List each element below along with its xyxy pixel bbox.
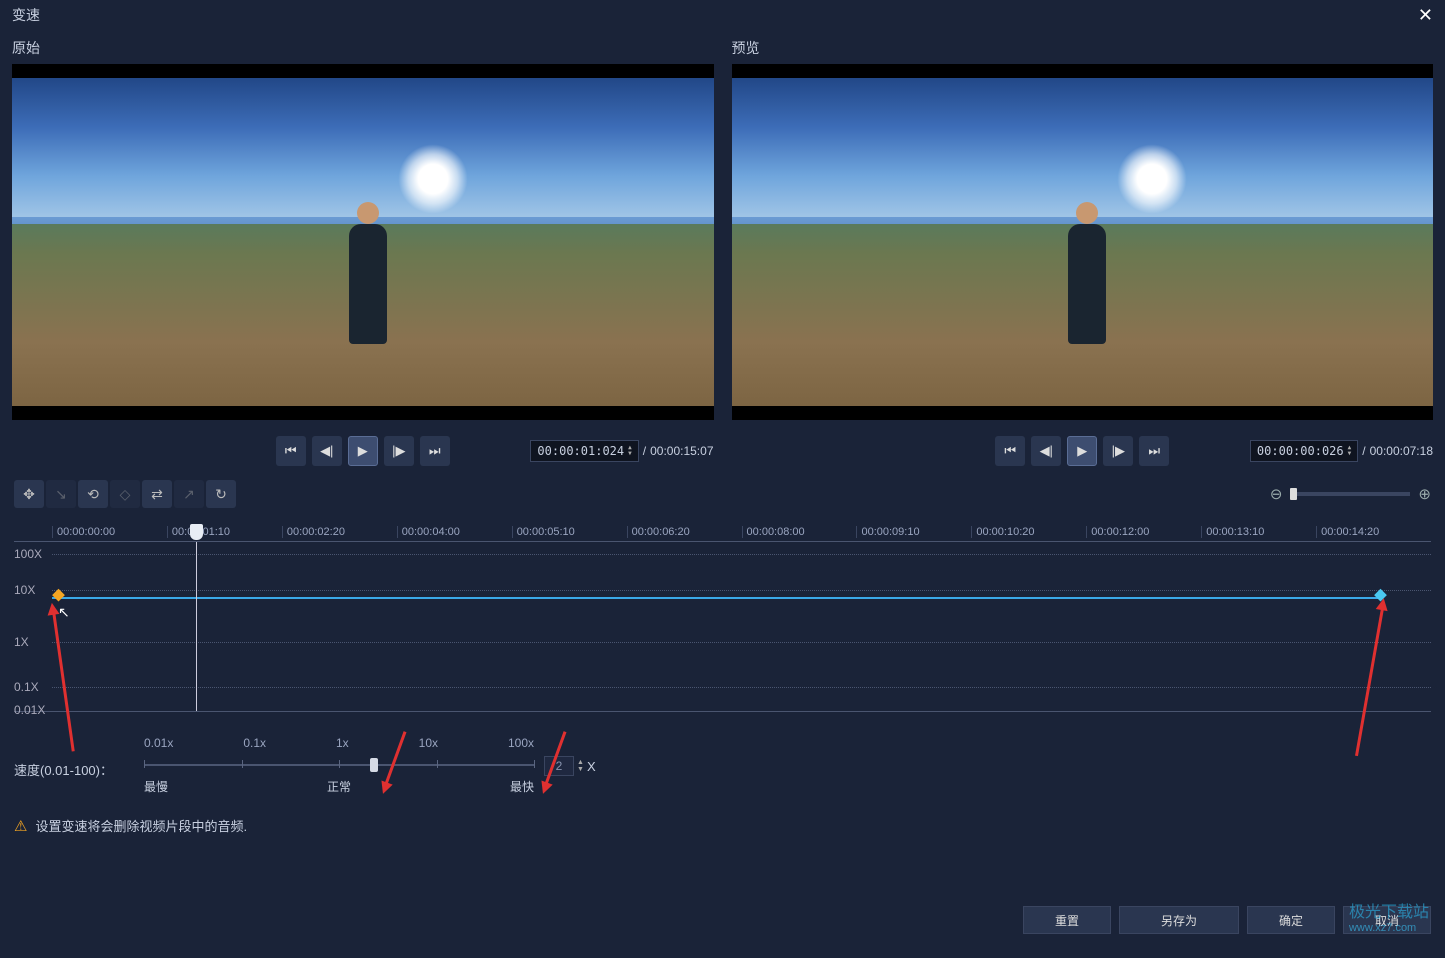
prev-clip-icon[interactable]: ⏮ <box>995 436 1025 466</box>
preview-label: 预览 <box>732 38 1434 58</box>
zoom-in-icon[interactable]: ⊕ <box>1418 485 1431 503</box>
ruler-tick: 00:00:00:00 <box>52 526 167 538</box>
slash: / <box>643 444 646 458</box>
step-back-icon[interactable]: ◀| <box>1031 436 1061 466</box>
ruler-tick: 00:00:04:00 <box>397 526 512 538</box>
ruler-tick: 00:00:12:00 <box>1086 526 1201 538</box>
slider-tick: 0.01x <box>144 736 173 750</box>
cancel-button[interactable]: 取消 <box>1343 906 1431 934</box>
original-label: 原始 <box>12 38 714 58</box>
slider-tick: 10x <box>419 736 438 750</box>
ok-button[interactable]: 确定 <box>1247 906 1335 934</box>
play-button[interactable]: ▶ <box>348 436 378 466</box>
dialog-title: 变速 <box>12 5 40 25</box>
preview-duration: 00:00:07:18 <box>1370 444 1433 458</box>
close-icon[interactable]: ✕ <box>1418 5 1433 26</box>
reverse-icon[interactable]: ⇄ <box>142 480 172 508</box>
step-fwd-icon[interactable]: |▶ <box>1103 436 1133 466</box>
play-button[interactable]: ▶ <box>1067 436 1097 466</box>
original-video <box>12 64 714 420</box>
ruler-tick: 00:00:08:00 <box>742 526 857 538</box>
slider-normal-label: 正常 <box>327 778 351 795</box>
preview-video <box>732 64 1434 420</box>
slider-tick: 100x <box>508 736 534 750</box>
prev-keyframe-icon: ◇ <box>110 480 140 508</box>
slider-tick: 1x <box>336 736 349 750</box>
speed-slider[interactable] <box>144 764 534 766</box>
ruler-tick: 00:00:14:20 <box>1316 526 1431 538</box>
graph-label: 10X <box>14 583 50 597</box>
prev-clip-icon[interactable]: ⏮ <box>276 436 306 466</box>
preview-timecode: 00:00:00:026 <box>1257 444 1344 458</box>
slash: / <box>1362 444 1365 458</box>
speed-slider-thumb[interactable] <box>370 758 378 772</box>
ruler-tick: 00:00:06:20 <box>627 526 742 538</box>
annotation-arrow <box>52 612 74 751</box>
warning-text: 设置变速将会删除视频片段中的音频. <box>35 816 247 835</box>
graph-label: 100X <box>14 547 50 561</box>
playhead[interactable] <box>196 542 197 711</box>
ruler-tick: 00:00:02:20 <box>282 526 397 538</box>
next-clip-icon[interactable]: ⏭ <box>420 436 450 466</box>
reset-button[interactable]: 重置 <box>1023 906 1111 934</box>
cycle-icon[interactable]: ↻ <box>206 480 236 508</box>
graph-label: 1X <box>14 635 50 649</box>
zoom-slider[interactable] <box>1290 492 1410 496</box>
slider-min-label: 最慢 <box>144 778 168 795</box>
slider-max-label: 最快 <box>510 778 534 795</box>
warning-icon: ⚠ <box>14 817 27 835</box>
graph-label: 0.1X <box>14 680 50 694</box>
preview-timecode-input[interactable]: 00:00:00:026 ▲▼ <box>1250 440 1358 462</box>
graph-label: 0.01X <box>14 703 50 717</box>
ruler-tick: 00:00:10:20 <box>971 526 1086 538</box>
speed-label: 速度(0.01-100)： <box>14 760 113 779</box>
speed-curve[interactable] <box>52 597 1381 599</box>
speed-suffix: X <box>587 759 596 774</box>
step-back-icon[interactable]: ◀| <box>312 436 342 466</box>
ruler-tick: 00:00:09:10 <box>856 526 971 538</box>
remove-keyframe-icon: ↘ <box>46 480 76 508</box>
reset-keyframe-icon[interactable]: ⟲ <box>78 480 108 508</box>
ruler-tick: 00:00:01:10 <box>167 526 282 538</box>
save-as-button[interactable]: 另存为 <box>1119 906 1239 934</box>
tc-spinner-icon[interactable]: ▲▼ <box>628 445 632 457</box>
speed-spinner-icon[interactable]: ▲▼ <box>577 759 584 773</box>
timeline-ruler[interactable]: 00:00:00:00 00:00:01:10 00:00:02:20 00:0… <box>14 522 1431 542</box>
original-duration: 00:00:15:07 <box>650 444 713 458</box>
speed-value-input[interactable] <box>544 756 574 776</box>
original-timecode-input[interactable]: 00:00:01:024 ▲▼ <box>530 440 638 462</box>
ruler-tick: 00:00:13:10 <box>1201 526 1316 538</box>
original-timecode: 00:00:01:024 <box>537 444 624 458</box>
slider-tick: 0.1x <box>243 736 266 750</box>
add-keyframe-icon[interactable]: ✥ <box>14 480 44 508</box>
next-clip-icon[interactable]: ⏭ <box>1139 436 1169 466</box>
tc-spinner-icon[interactable]: ▲▼ <box>1348 445 1352 457</box>
next-keyframe-icon: ↗ <box>174 480 204 508</box>
step-fwd-icon[interactable]: |▶ <box>384 436 414 466</box>
ruler-tick: 00:00:05:10 <box>512 526 627 538</box>
speed-graph[interactable]: 100X 10X 1X 0.1X 0.01X ↖ <box>14 542 1431 712</box>
zoom-out-icon[interactable]: ⊖ <box>1270 485 1283 503</box>
annotation-arrow <box>1355 608 1384 756</box>
cursor-icon: ↖ <box>58 604 70 621</box>
